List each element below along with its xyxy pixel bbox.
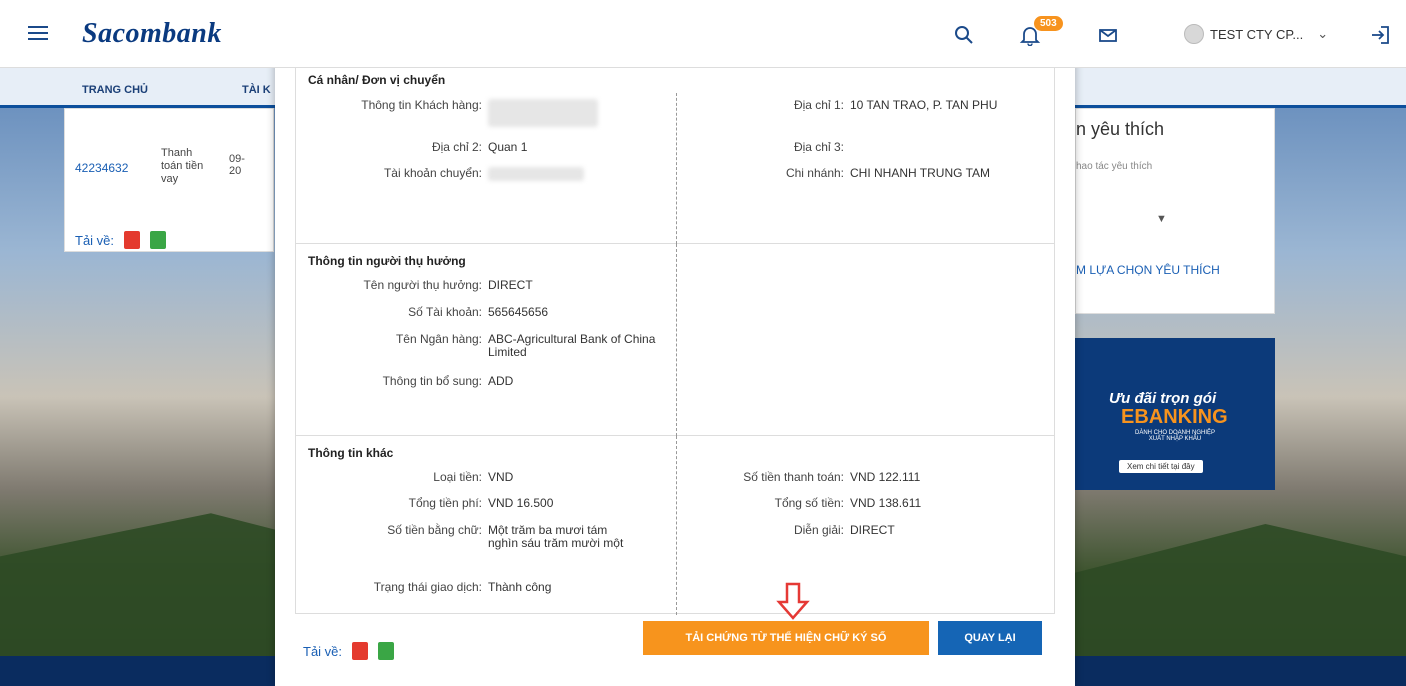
- transaction-account[interactable]: 42234632: [75, 161, 128, 175]
- favorites-hint: hao tác yêu thích: [1076, 161, 1153, 172]
- fee-row: Tổng tiền phí: VND 16.500: [408, 496, 554, 510]
- description-row: Diễn giải: DIRECT: [793, 523, 895, 537]
- download-row-bg: Tải về:: [75, 231, 167, 249]
- sender-title: Cá nhân/ Đơn vị chuyển: [308, 73, 446, 87]
- customer-info-row: Thông tin Khách hàng:: [308, 99, 658, 130]
- excel-download-icon[interactable]: [378, 642, 395, 660]
- promo-button[interactable]: Xem chi tiết tại đây: [1119, 460, 1203, 473]
- other-info-section: Thông tin khác Loại tiền: VND Số tiền th…: [296, 436, 1054, 615]
- favorites-title: n yêu thích: [1076, 119, 1165, 139]
- notification-badge: 503: [1034, 16, 1063, 31]
- user-menu[interactable]: TEST CTY CP... ⌄: [1184, 24, 1328, 44]
- favorites-link[interactable]: M LỰA CHỌN YÊU THÍCH: [1076, 263, 1220, 277]
- other-info-title: Thông tin khác: [308, 446, 394, 460]
- avatar-icon: [1184, 24, 1204, 44]
- transaction-detail-modal: Cá nhân/ Đơn vị chuyển Thông tin Khách h…: [275, 52, 1075, 686]
- sender-section: Cá nhân/ Đơn vị chuyển Thông tin Khách h…: [296, 63, 1054, 244]
- payment-amount-row: Số tiền thanh toán: VND 122.111: [743, 470, 921, 484]
- search-icon[interactable]: [953, 24, 975, 46]
- branch-row: Chi nhánh: CHI NHANH TRUNG TAM: [785, 166, 991, 180]
- chevron-down-icon: ⌄: [1317, 26, 1329, 41]
- pdf-download-icon[interactable]: [352, 642, 369, 660]
- beneficiary-account-row: Số Tài khoản: 565645656: [408, 305, 549, 319]
- total-amount-row: Tổng số tiền: VND 138.611: [774, 496, 922, 510]
- address2-row: Địa chỉ 2: Quan 1: [431, 140, 528, 154]
- status-row: Trạng thái giao dịch: Thành công: [373, 580, 552, 594]
- download-row: Tải về:: [303, 642, 395, 660]
- download-signed-document-button[interactable]: TẢI CHỨNG TỪ THỂ HIỆN CHỮ KÝ SỐ: [643, 621, 929, 655]
- promo-banner[interactable]: Ưu đãi trọn gói EBANKING DÀNH CHO DOANH …: [1075, 338, 1275, 490]
- recent-transactions-card: 42234632 Thanh toán tiền vay 09- 20 Tải …: [64, 108, 274, 252]
- mail-icon[interactable]: [1097, 24, 1119, 46]
- user-name: TEST CTY CP...: [1210, 26, 1304, 42]
- address1-row: Địa chỉ 1: 10 TAN TRAO, P. TAN PHU: [793, 98, 998, 112]
- nav-accounts[interactable]: TÀI K: [242, 84, 271, 96]
- beneficiary-bank-row: Tên Ngân hàng: ABC-Agricultural Bank of …: [395, 332, 656, 359]
- back-button[interactable]: QUAY LẠI: [938, 621, 1042, 655]
- logout-icon[interactable]: [1369, 24, 1391, 46]
- menu-icon[interactable]: [28, 26, 48, 40]
- address3-row: Địa chỉ 3:: [793, 140, 844, 154]
- beneficiary-section: Thông tin người thụ hưởng Tên người thụ …: [296, 244, 1054, 436]
- transaction-detail-content: Cá nhân/ Đơn vị chuyển Thông tin Khách h…: [295, 62, 1055, 615]
- beneficiary-extra-row: Thông tin bổ sung: ADD: [382, 374, 514, 388]
- transaction-date: 09- 20: [229, 153, 245, 177]
- promo-brand: EBANKING: [1121, 406, 1228, 428]
- download-label: Tải về:: [75, 232, 115, 248]
- transaction-type: Thanh toán tiền vay: [161, 147, 204, 185]
- download-label: Tải về:: [303, 643, 343, 659]
- top-header: Sacombank 503 TEST CTY CP... ⌄: [0, 0, 1406, 68]
- currency-row: Loại tiền: VND: [433, 470, 514, 484]
- promo-subtitle: DÀNH CHO DOANH NGHIỆP XUẤT NHẬP KHẨU: [1134, 430, 1215, 442]
- promo-title: Ưu đãi trọn gói: [1109, 390, 1217, 407]
- nav-home[interactable]: TRANG CHỦ: [82, 84, 148, 96]
- excel-icon[interactable]: [150, 231, 167, 249]
- amount-in-words-row: Số tiền bằng chữ: Một trăm ba mươi tám n…: [387, 523, 624, 550]
- chevron-down-icon[interactable]: ▼: [1156, 213, 1167, 225]
- beneficiary-name-row: Tên người thụ hưởng: DIRECT: [363, 278, 533, 292]
- brand-logo[interactable]: Sacombank: [82, 18, 222, 50]
- pdf-icon[interactable]: [124, 231, 141, 249]
- beneficiary-title: Thông tin người thụ hưởng: [308, 254, 466, 268]
- arrow-down-icon: [776, 582, 810, 620]
- favorites-card: n yêu thích hao tác yêu thích ▼ M LỰA CH…: [1075, 108, 1275, 314]
- from-account-row: Tài khoản chuyển:: [308, 167, 658, 184]
